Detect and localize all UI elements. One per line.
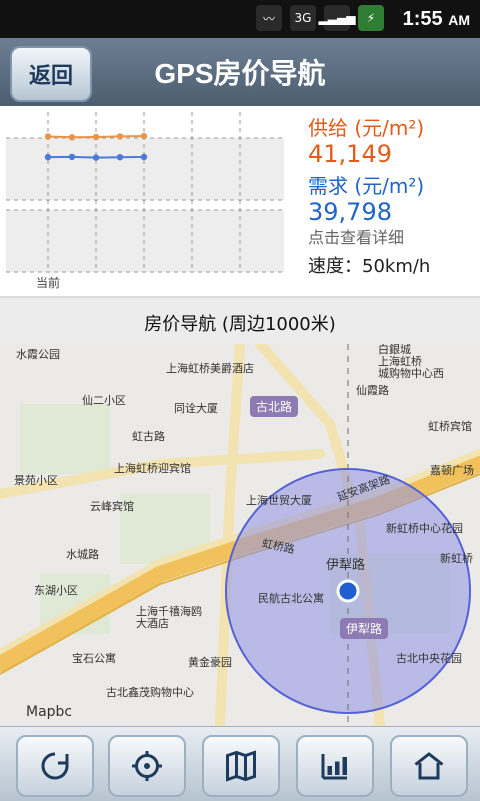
refresh-icon [41,752,69,780]
view-details-link[interactable]: 点击查看详细 [308,224,404,248]
poi-label: 景苑小区 [14,474,58,487]
poi-label: 上海虹桥迎宾馆 [114,462,191,475]
battery-icon: ⚡ [358,5,384,31]
poi-label: 仙二小区 [82,394,126,407]
poi-label: 水城路 [66,548,99,561]
poi-label: 古北中央花园 [396,652,462,665]
poi-label: 虹桥宾馆 [428,420,472,433]
speed-readout: 速度：50km/h [308,256,431,277]
section-bar: 房价导航 (周边1000米) [0,296,480,347]
series-point-0-0 [44,133,52,140]
price-trend-chart: 当前 [6,112,284,290]
road-pill: 古北路 [250,396,299,417]
poi-label: 白銀城 上海虹桥 城购物中心西 [378,344,444,380]
poi-label: 新虹桥中心花园 [386,522,463,535]
map-logo: Mapbc [26,704,73,720]
poi-label: 仙霞路 [356,384,389,397]
poi-label: 黄金豪园 [188,656,232,669]
section-title: 房价导航 (周边1000米) [144,314,336,335]
poi-label: 嘉顿广场 [430,464,474,477]
series-point-1-0 [44,153,52,161]
status-icons: 〰 3G ▂▃▄▅ ⚡ [256,5,384,31]
supply-label: 供给 (元/m²) [308,116,425,140]
house-button[interactable] [390,735,468,797]
poi-label: 同诠大厦 [174,402,218,415]
status-bar: 〰 3G ▂▃▄▅ ⚡ 1:55 AM [0,0,480,38]
poi-label: 民航古北公寓 [258,592,324,605]
series-point-0-1 [68,134,76,141]
header-bar: 返回 GPS房价导航 [0,38,480,106]
chart-icon [321,754,347,780]
locate-icon [132,751,162,781]
bottom-toolbar [0,726,480,801]
poi-label: 宝石公寓 [72,652,116,665]
locate-button[interactable] [108,735,186,797]
wifi-icon: 〰 [256,5,282,31]
refresh-button[interactable] [16,735,94,797]
poi-label: 上海千禧海鸥大酒店 [136,605,202,630]
map-view[interactable]: 水霞公园 上海虹桥美爵酒店 白銀城 上海虹桥 城购物中心西 仙二小区 同诠大厦 … [0,344,480,726]
poi-label: 虹古路 [132,430,165,443]
map-icon [226,750,256,782]
poi-label: 上海世贸大厦 [246,494,312,507]
page-title: GPS房价导航 [154,58,326,89]
demand-label: 需求 (元/m²) [308,174,425,198]
poi-label: 上海虹桥美爵酒店 [166,362,254,375]
poi-label: 东湖小区 [34,584,78,597]
chart-button[interactable] [296,735,374,797]
series-point-1-4 [140,153,148,161]
road-pill: 伊犁路 [340,618,389,639]
x-axis-label: 当前 [36,275,60,290]
series-point-0-4 [140,132,148,140]
series-point-1-2 [92,154,100,161]
status-time: 1:55 AM [402,8,470,30]
poi-label: 云峰宾馆 [90,500,134,513]
supply-value: 41,149 [308,140,392,168]
poi-label: 水霞公园 [16,348,60,361]
demand-value: 39,798 [308,198,392,226]
poi-label: 新虹桥 [440,552,473,565]
network-icon: 3G [290,5,316,31]
series-point-0-2 [92,133,100,141]
poi-label: 古北鑫茂购物中心 [106,686,194,699]
chart-panel: 当前 供给 (元/m²) 41,149 需求 (元/m²) 39,798 点击查… [0,106,480,298]
price-info: 供给 (元/m²) 41,149 需求 (元/m²) 39,798 点击查看详细… [300,106,480,296]
poi-label: 伊犁路 [326,558,366,573]
signal-icon: ▂▃▄▅ [319,5,355,31]
series-point-0-3 [116,133,124,140]
series-point-1-1 [68,153,76,161]
map-button[interactable] [202,735,280,797]
house-icon [414,752,444,780]
series-point-1-3 [116,154,124,161]
